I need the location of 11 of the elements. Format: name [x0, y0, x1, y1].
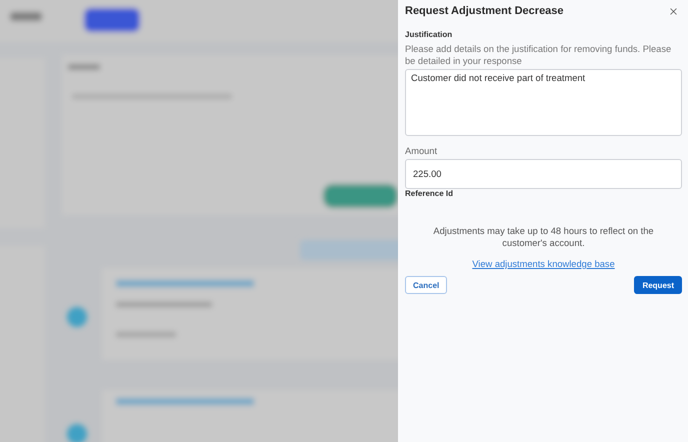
request-button[interactable]: Request [634, 276, 682, 294]
cancel-button[interactable]: Cancel [405, 276, 448, 294]
field-hint: Please add details on the justification for removing funds. Please be detailed in your response [405, 43, 672, 67]
amount-field[interactable]: 225.00 [405, 159, 682, 189]
field-label: Justification [405, 30, 454, 40]
notice-text: Adjustments may take up to 48 hours to reflect on the customer's account. [432, 225, 655, 249]
drawer-title: Request Adjustment Decrease [405, 5, 564, 17]
justification-field[interactable]: Customer did not receive part of treatment [405, 69, 682, 136]
field-label: Amount [405, 145, 438, 157]
knowledge-base-link[interactable]: View adjustments knowledge base [472, 258, 615, 270]
field-label: Reference Id [405, 189, 454, 199]
